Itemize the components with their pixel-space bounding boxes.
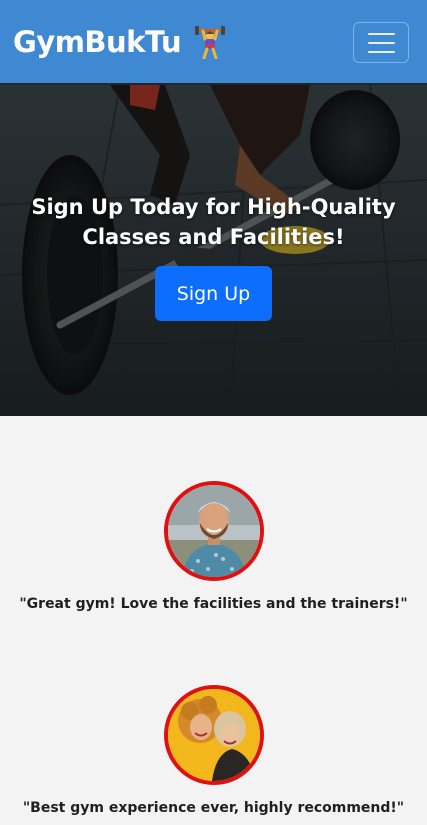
testimonial-card: "Great gym! Love the facilities and the … — [0, 481, 427, 621]
weightlifter-icon — [195, 26, 226, 59]
brand-name: GymBukTu — [13, 25, 182, 59]
testimonial-quote: "Best gym experience ever, highly recomm… — [22, 800, 405, 816]
testimonial-card: "Best gym experience ever, highly recomm… — [0, 685, 427, 825]
hero-title: Sign Up Today for High-Quality Classes a… — [31, 195, 396, 249]
avatar — [164, 685, 264, 785]
hamburger-menu-icon[interactable] — [353, 22, 409, 63]
navbar: GymBukTu — [0, 0, 427, 85]
brand-link[interactable]: GymBukTu — [13, 25, 226, 59]
two-women-portrait-image — [168, 689, 260, 781]
man-portrait-image — [168, 485, 260, 577]
avatar — [164, 481, 264, 581]
testimonial-quote: "Great gym! Love the facilities and the … — [19, 596, 408, 612]
sign-up-button[interactable]: Sign Up — [155, 266, 272, 321]
hero-banner: Sign Up Today for High-Quality Classes a… — [0, 85, 427, 416]
